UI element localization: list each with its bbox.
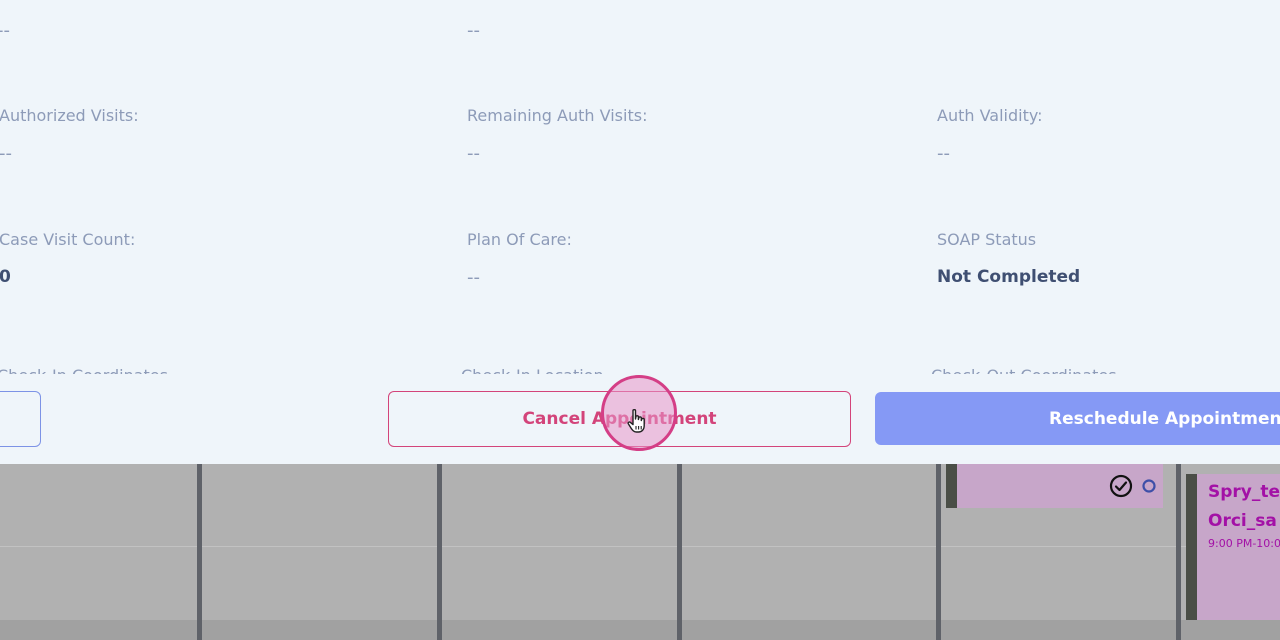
field-label: Authorized Visits: [0,106,139,125]
field-value: 0 [0,267,11,287]
field-remaining-auth-visits: Remaining Auth Visits: -- [467,106,647,164]
field-label: Check-In Location [461,366,604,374]
field-soap-status: SOAP Status Not Completed [937,230,1080,287]
calendar-row-divider [0,546,1280,547]
calendar-column-divider [437,464,442,640]
appointment-title: Spry_te [1208,482,1280,502]
field-label: Check-In Coordinates [0,366,168,374]
circle-icon[interactable] [1141,478,1157,494]
reschedule-appointment-button[interactable]: Reschedule Appointment [875,392,1280,445]
field-label: Auth Validity: [937,106,1043,125]
field-row0-col2: -- [467,20,480,41]
field-auth-validity: Auth Validity: -- [937,106,1043,164]
calendar-appointment-card[interactable]: Spry_te Orci_sa 9:00 PM-10:0 [1186,474,1280,620]
field-label: Case Visit Count: [0,230,136,249]
secondary-outline-button[interactable] [0,391,41,447]
field-case-visit-count: Case Visit Count: 0 [0,230,135,287]
field-authorized-visits: Authorized Visits: -- [0,106,139,164]
field-check-in-location: Check-In Location [461,366,604,374]
field-value: -- [467,20,480,41]
check-circle-icon[interactable] [1109,474,1133,498]
field-value: -- [0,143,12,164]
field-plan-of-care: Plan Of Care: -- [467,230,572,288]
field-label: Check-Out Coordinates [931,366,1117,374]
field-check-out-coordinates: Check-Out Coordinates [931,366,1117,374]
calendar-column-divider [197,464,202,640]
calendar-footer-band [0,620,1280,640]
appointment-status-bar [1186,474,1197,620]
calendar-column-divider [936,464,941,640]
appointment-subtitle: Orci_sa [1208,511,1277,531]
field-value: -- [467,143,480,164]
reschedule-appointment-label: Reschedule Appointment [1049,408,1280,429]
field-label: Plan Of Care: [467,230,572,249]
field-check-in-coordinates: Check-In Coordinates [0,366,168,374]
field-value: -- [0,20,10,41]
field-value: -- [467,267,480,288]
field-value: -- [937,143,950,164]
appointment-time: 9:00 PM-10:0 [1208,537,1280,550]
field-label: Remaining Auth Visits: [467,106,648,125]
hand-pointer-icon [626,408,648,438]
details-scroll-area[interactable]: -- -- Authorized Visits: -- Remaining Au… [0,0,1280,374]
field-row0-col1: -- [0,20,10,41]
field-label: SOAP Status [937,230,1037,249]
calendar-column-divider [1176,464,1181,640]
appointment-status-bar [946,464,957,508]
calendar-appointment-block[interactable] [946,464,1163,508]
calendar-column-divider [677,464,682,640]
field-value: Not Completed [937,267,1081,287]
